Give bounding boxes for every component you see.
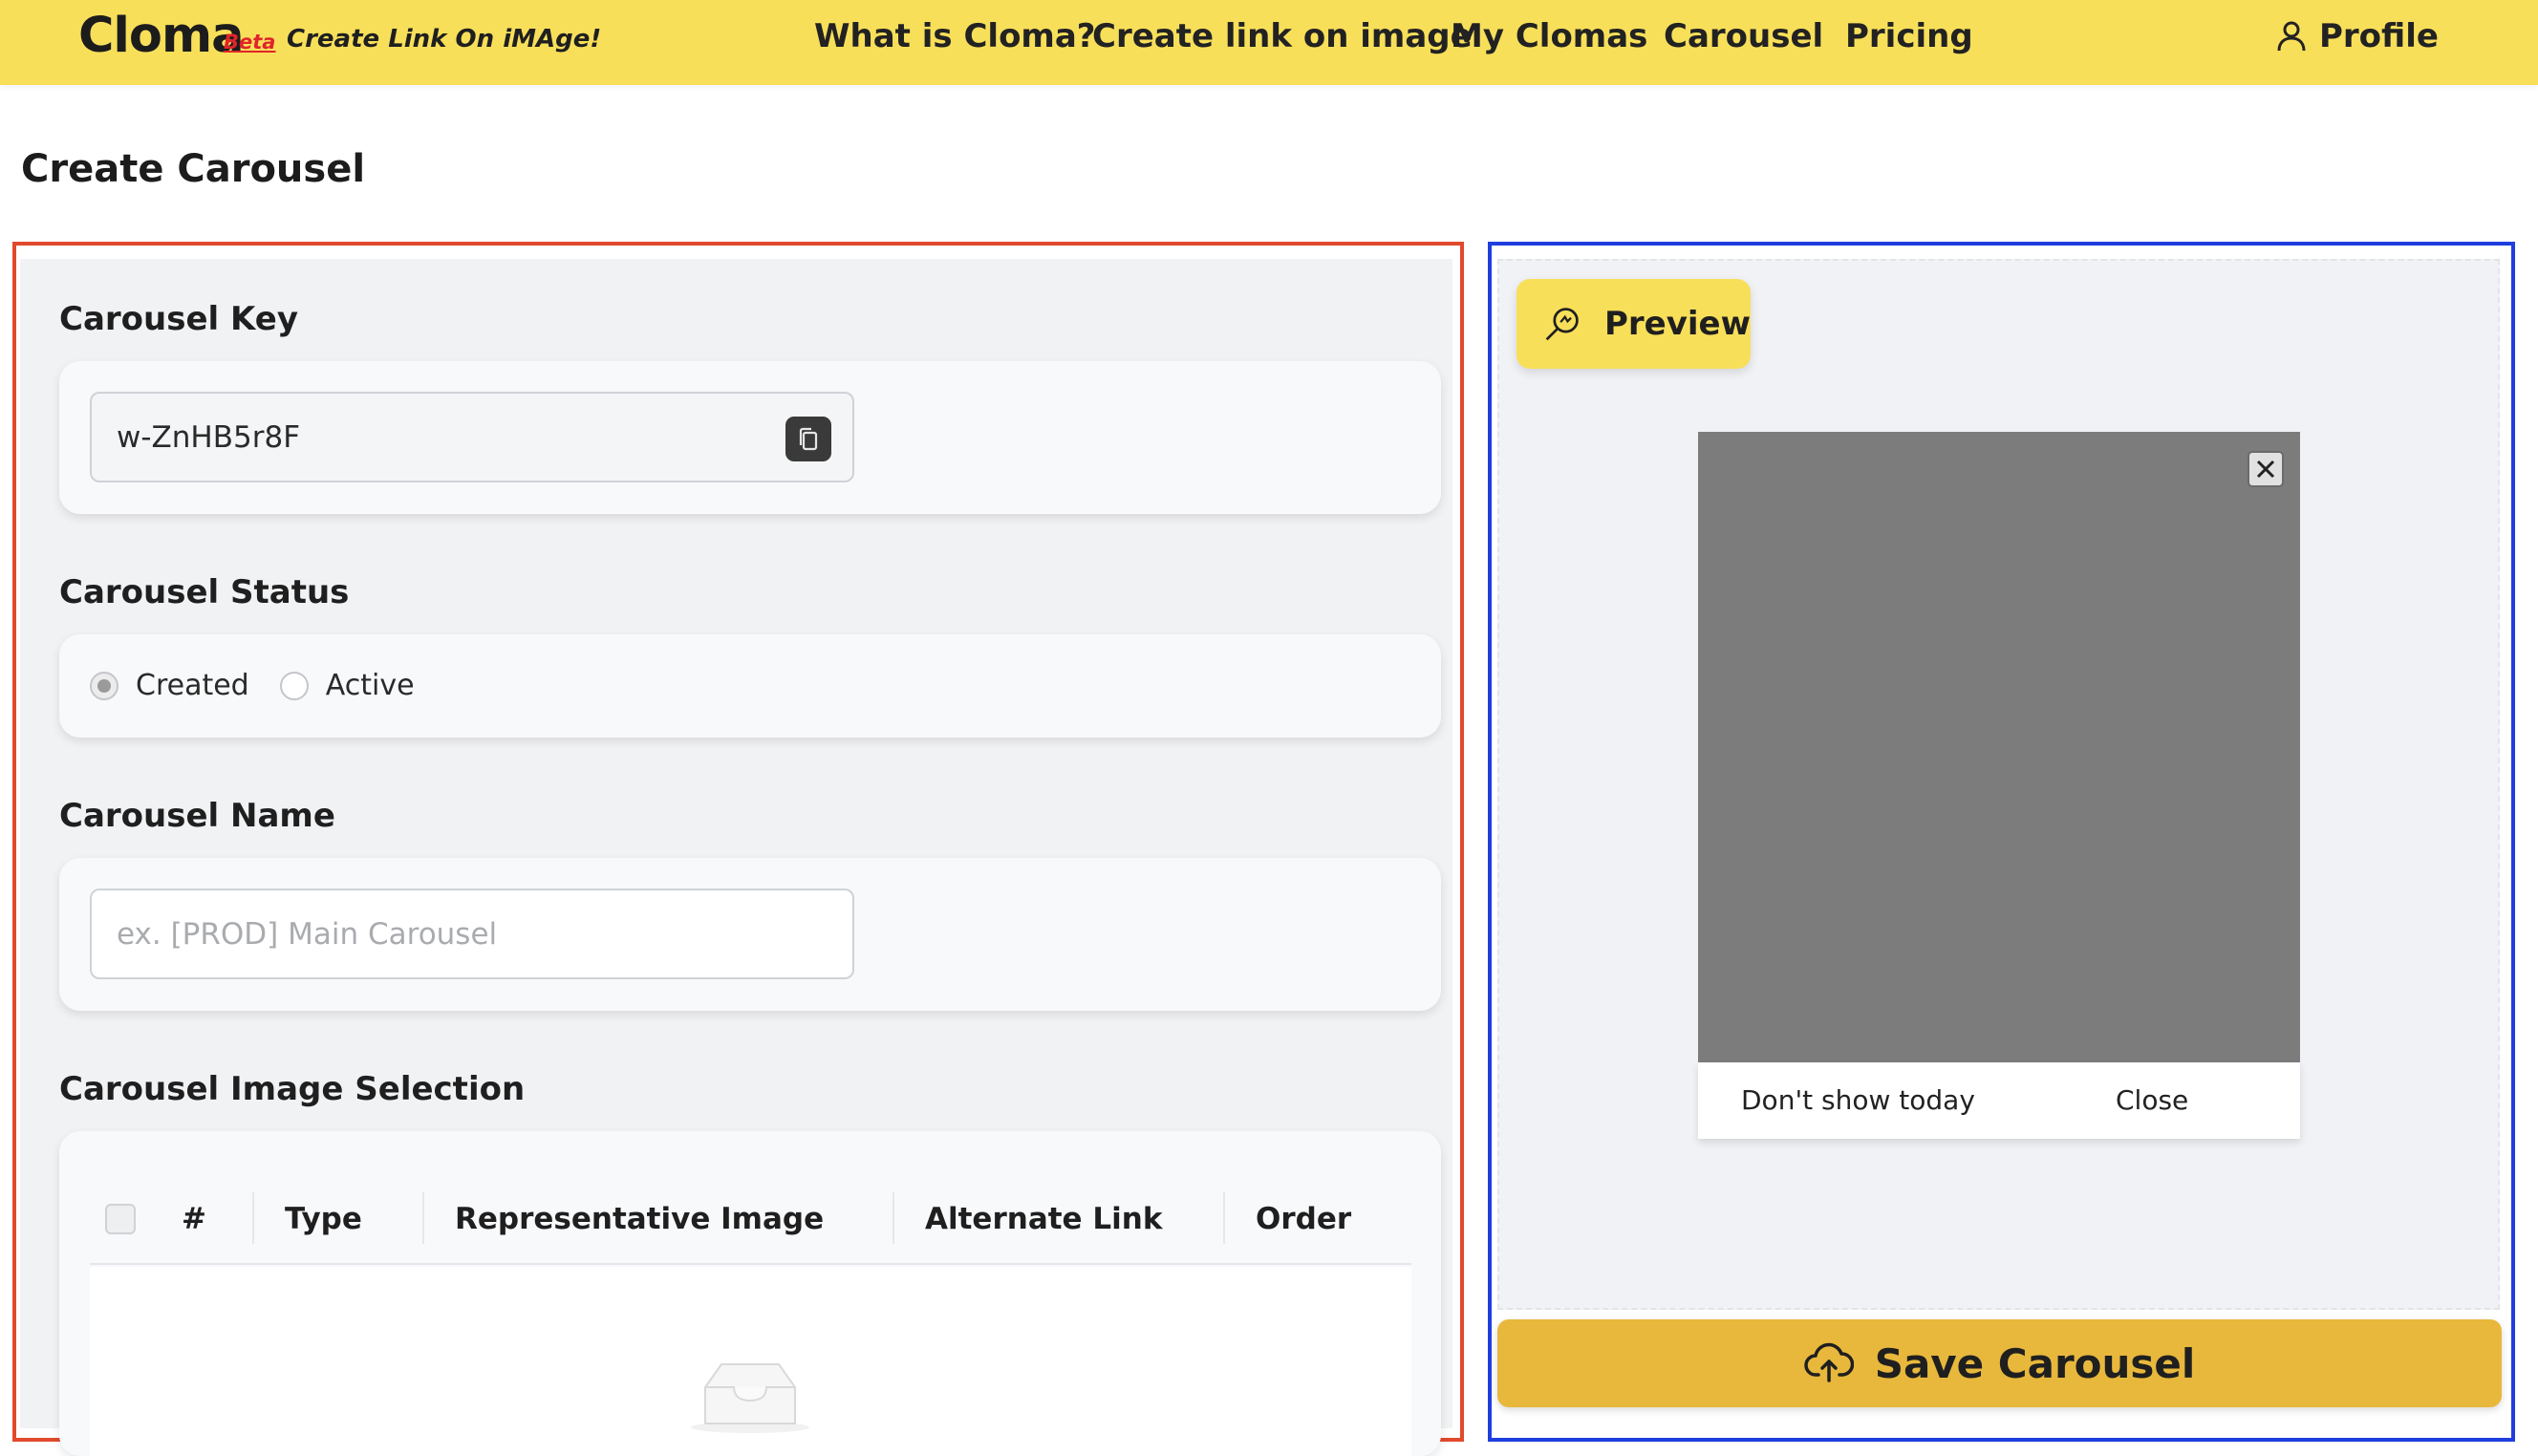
carousel-name-placeholder: ex. [PROD] Main Carousel xyxy=(117,916,498,952)
copy-key-button[interactable] xyxy=(785,417,831,461)
carousel-name-input[interactable]: ex. [PROD] Main Carousel xyxy=(90,889,854,979)
col-divider xyxy=(252,1192,254,1244)
nav-carousel[interactable]: Carousel xyxy=(1664,17,1823,55)
profile-link[interactable]: Profile xyxy=(2277,17,2439,55)
carousel-key-label: Carousel Key xyxy=(59,300,298,338)
modal-footer-close-button[interactable]: Close xyxy=(2116,1084,2188,1116)
modal-close-button[interactable] xyxy=(2248,451,2284,487)
beta-badge: Beta xyxy=(224,31,276,54)
preview-modal-footer: Don't show today Close xyxy=(1698,1062,2300,1139)
preview-modal-image xyxy=(1698,432,2300,1062)
save-carousel-label: Save Carousel xyxy=(1874,1339,2196,1387)
col-representative-image: Representative Image xyxy=(455,1202,825,1236)
save-carousel-button[interactable]: Save Carousel xyxy=(1497,1319,2502,1407)
col-divider xyxy=(1223,1192,1225,1244)
logo[interactable]: Cloma xyxy=(78,8,245,64)
nav-my-clomas[interactable]: My Clomas xyxy=(1451,17,1647,55)
col-type: Type xyxy=(285,1202,362,1236)
carousel-name-label: Carousel Name xyxy=(59,797,335,835)
tagline: Create Link On iMAge! xyxy=(287,25,602,54)
status-radio-group: Created Active xyxy=(90,669,415,702)
status-active-radio[interactable] xyxy=(279,671,309,700)
nav-pricing[interactable]: Pricing xyxy=(1845,17,1973,55)
images-table-empty xyxy=(90,1267,1411,1456)
status-created-radio[interactable] xyxy=(90,671,118,700)
inbox-icon xyxy=(691,1363,809,1433)
col-order: Order xyxy=(1256,1202,1352,1236)
col-number: # xyxy=(182,1202,206,1236)
profile-label: Profile xyxy=(2319,17,2439,55)
status-created-label[interactable]: Created xyxy=(136,669,249,702)
cloud-upload-icon xyxy=(1803,1342,1854,1382)
carousel-images-label: Carousel Image Selection xyxy=(59,1070,526,1108)
carousel-key-field: w-ZnHB5r8F xyxy=(90,392,854,482)
carousel-key-value: w-ZnHB5r8F xyxy=(117,419,301,455)
copy-icon xyxy=(799,427,818,450)
preview-button[interactable]: Preview xyxy=(1516,279,1751,369)
images-table-header: # Type Representative Image Alternate Li… xyxy=(90,1177,1411,1265)
nav-what-is-cloma[interactable]: What is Cloma? xyxy=(814,17,1096,55)
carousel-status-label: Carousel Status xyxy=(59,573,350,611)
col-divider xyxy=(422,1192,424,1244)
preview-label: Preview xyxy=(1603,305,1751,343)
close-icon xyxy=(2256,460,2275,479)
user-icon xyxy=(2277,21,2306,52)
dont-show-today-button[interactable]: Don't show today xyxy=(1741,1084,1975,1116)
col-divider xyxy=(893,1192,894,1244)
page-title: Create Carousel xyxy=(21,147,366,191)
status-active-label[interactable]: Active xyxy=(326,669,415,702)
top-navbar: Cloma Beta Create Link On iMAge! What is… xyxy=(0,0,2538,85)
search-icon xyxy=(1545,308,1579,341)
col-alternate-link: Alternate Link xyxy=(925,1202,1163,1236)
nav-create-link[interactable]: Create link on image xyxy=(1092,17,1473,55)
select-all-checkbox[interactable] xyxy=(105,1204,136,1234)
